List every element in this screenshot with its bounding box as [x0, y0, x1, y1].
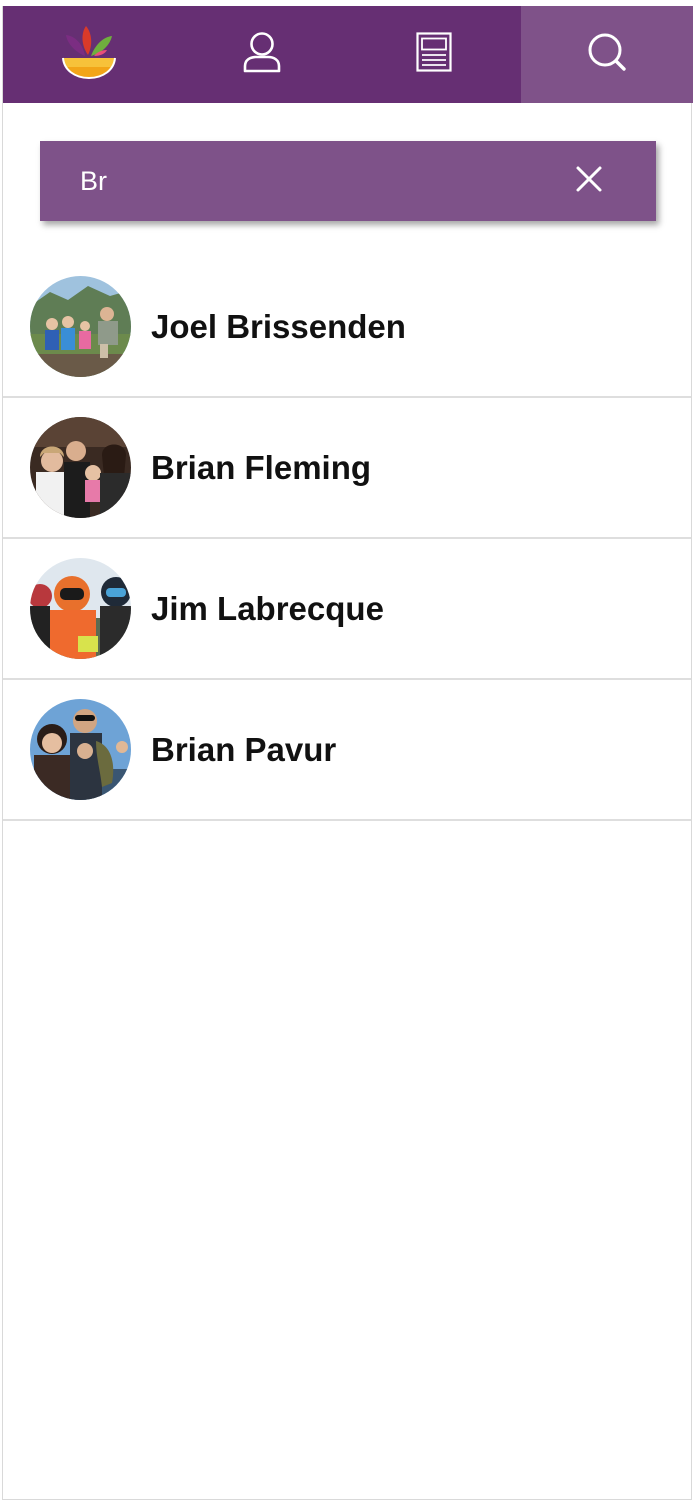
result-name: Joel Brissenden — [151, 307, 406, 345]
clear-search-button[interactable] — [522, 141, 656, 221]
tab-search[interactable] — [520, 6, 693, 103]
tab-profile[interactable] — [176, 6, 349, 103]
avatar — [30, 417, 131, 518]
top-nav-bar — [3, 6, 693, 103]
list-item[interactable]: Brian Fleming — [3, 398, 691, 539]
result-name: Brian Pavur — [151, 730, 337, 768]
search-bar — [40, 141, 656, 221]
close-icon — [575, 165, 603, 198]
tab-home[interactable] — [3, 6, 176, 103]
feed-icon — [416, 32, 452, 77]
avatar — [30, 276, 131, 377]
search-icon — [587, 32, 627, 77]
avatar — [30, 699, 131, 800]
tab-feed[interactable] — [348, 6, 521, 103]
profile-icon — [242, 31, 282, 78]
app-frame: Joel Brissenden Bri — [2, 6, 693, 1500]
list-item[interactable]: Joel Brissenden — [3, 257, 691, 398]
search-input[interactable] — [40, 141, 522, 221]
result-name: Jim Labrecque — [151, 589, 384, 627]
avatar — [30, 558, 131, 659]
list-item[interactable]: Brian Pavur — [3, 680, 691, 821]
search-results-list: Joel Brissenden Brian Fleming Jim Labrec… — [3, 257, 691, 821]
result-name: Brian Fleming — [151, 448, 372, 486]
app-logo-icon — [61, 23, 117, 86]
list-item[interactable]: Jim Labrecque — [3, 539, 691, 680]
